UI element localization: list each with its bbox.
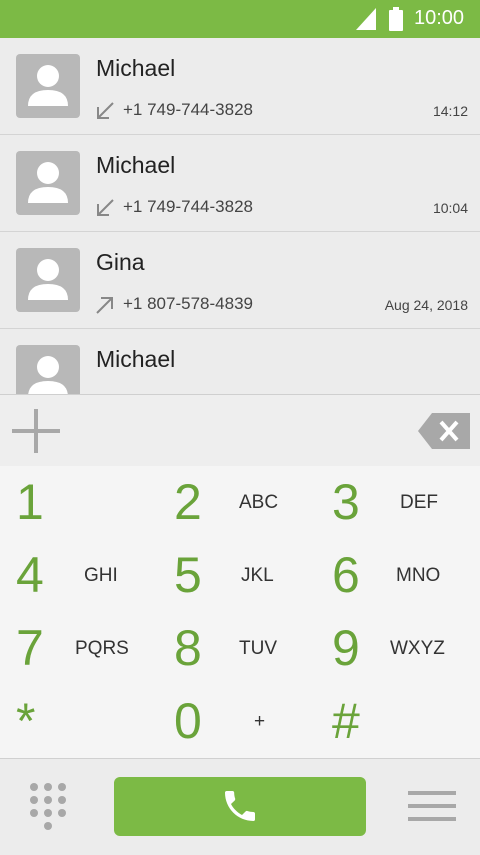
outgoing-call-icon: [95, 295, 115, 320]
key-letters: DEF: [400, 492, 438, 513]
contact-name: Michael: [96, 346, 176, 372]
key-digit: 7: [16, 620, 44, 676]
phone-number: +1 807-578-4839: [123, 294, 253, 313]
call-log-row[interactable]: Michael: [0, 329, 480, 394]
signal-icon: [356, 8, 376, 35]
key-0[interactable]: 0 +: [160, 685, 320, 758]
key-2[interactable]: 2 ABC: [160, 466, 320, 539]
person-icon: [28, 356, 68, 394]
dial-keypad: 1 2 ABC 3 DEF 4 GHI 5 JKL 6 MNO 7 PQRS 8…: [0, 466, 480, 758]
key-digit: 4: [16, 547, 44, 603]
key-3[interactable]: 3 DEF: [320, 466, 480, 539]
incoming-call-icon: [95, 198, 115, 223]
key-star[interactable]: *: [0, 685, 160, 758]
add-contact-button[interactable]: [10, 407, 62, 455]
call-log-row[interactable]: Michael +1 749-744-3828 14:12: [0, 38, 480, 135]
person-icon: [28, 162, 68, 203]
contact-name: Gina: [96, 249, 145, 275]
call-log-row[interactable]: Michael +1 749-744-3828 10:04: [0, 135, 480, 232]
key-digit: 1: [16, 474, 44, 530]
key-letters: TUV: [239, 638, 277, 659]
key-hash[interactable]: #: [320, 685, 480, 758]
contact-name: Michael: [96, 152, 176, 178]
call-time: 14:12: [432, 103, 468, 119]
key-letters: +: [254, 711, 266, 732]
phone-number: +1 749-744-3828: [123, 100, 253, 119]
key-digit: 6: [332, 547, 360, 603]
phone-number: +1 749-744-3828: [123, 197, 253, 216]
call-button[interactable]: [114, 777, 366, 836]
call-time: Aug 24, 2018: [384, 297, 468, 313]
key-8[interactable]: 8 TUV: [160, 612, 320, 685]
contact-name: Michael: [96, 55, 176, 81]
plus-icon: [12, 409, 60, 453]
person-icon: [28, 65, 68, 106]
key-6[interactable]: 6 MNO: [320, 539, 480, 612]
contact-avatar: [16, 345, 80, 394]
key-letters: ABC: [239, 492, 279, 513]
key-digit: #: [332, 693, 360, 749]
key-digit: 5: [174, 547, 202, 603]
battery-icon: [389, 7, 403, 36]
key-4[interactable]: 4 GHI: [0, 539, 160, 612]
status-time: 10:00: [414, 7, 465, 29]
status-bar: 10:00: [0, 0, 480, 38]
dial-input-bar: [0, 394, 480, 467]
key-letters: JKL: [241, 565, 274, 586]
phone-icon: [225, 791, 255, 821]
bottom-bar: [0, 758, 480, 855]
key-letters: PQRS: [75, 638, 129, 659]
call-log-list[interactable]: Michael +1 749-744-3828 14:12 Michael +1…: [0, 38, 480, 394]
dialpad-toggle-button[interactable]: [28, 781, 68, 833]
key-digit: 9: [332, 620, 360, 676]
call-time: 10:04: [432, 200, 468, 216]
contact-avatar: [16, 248, 80, 312]
key-digit: *: [16, 693, 36, 749]
key-1[interactable]: 1: [0, 466, 160, 539]
menu-icon: [408, 791, 456, 821]
key-letters: GHI: [84, 565, 118, 586]
person-icon: [28, 259, 68, 300]
incoming-call-icon: [95, 101, 115, 126]
key-letters: WXYZ: [390, 638, 445, 659]
key-digit: 8: [174, 620, 202, 676]
call-log-row[interactable]: Gina +1 807-578-4839 Aug 24, 2018: [0, 232, 480, 329]
key-7[interactable]: 7 PQRS: [0, 612, 160, 685]
key-letters: MNO: [396, 565, 441, 586]
backspace-button[interactable]: [418, 413, 470, 449]
key-5[interactable]: 5 JKL: [160, 539, 320, 612]
key-digit: 3: [332, 474, 360, 530]
key-digit: 2: [174, 474, 202, 530]
key-9[interactable]: 9 WXYZ: [320, 612, 480, 685]
key-digit: 0: [174, 693, 202, 749]
menu-button[interactable]: [406, 787, 458, 827]
contact-avatar: [16, 54, 80, 118]
backspace-icon: [418, 413, 470, 449]
contact-avatar: [16, 151, 80, 215]
dialpad-icon: [30, 783, 66, 830]
